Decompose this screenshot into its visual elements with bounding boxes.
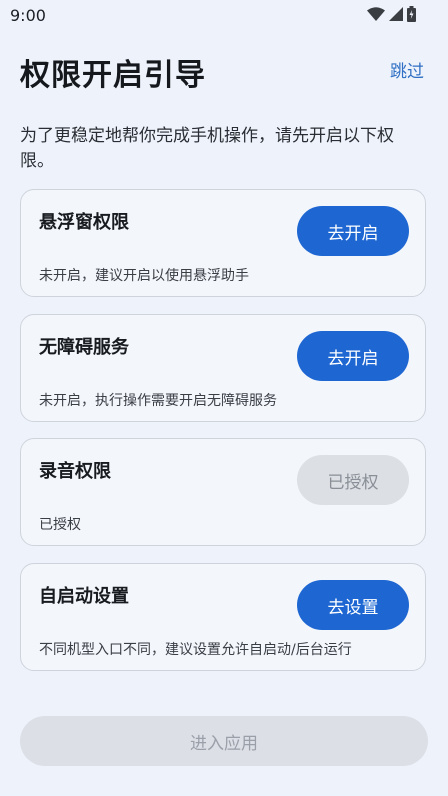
permission-card-overlay: 悬浮窗权限 去开启 未开启，建议开启以使用悬浮助手 <box>20 189 426 297</box>
card-description: 未开启，执行操作需要开启无障碍服务 <box>39 393 277 409</box>
status-icons <box>367 6 416 22</box>
card-title: 无障碍服务 <box>39 337 129 358</box>
enable-accessibility-button[interactable]: 去开启 <box>297 331 409 381</box>
permission-card-accessibility: 无障碍服务 去开启 未开启，执行操作需要开启无障碍服务 <box>20 314 426 422</box>
card-description: 已授权 <box>39 517 81 533</box>
permission-guide-screen: 9:00 权限开启引导 跳过 为了更稳定地帮你完成手机操作，请先开启以下权限。 … <box>0 0 448 796</box>
permission-card-recording: 录音权限 已授权 已授权 <box>20 438 426 546</box>
skip-link[interactable]: 跳过 <box>390 57 424 82</box>
wifi-icon <box>367 7 385 21</box>
recording-granted-button: 已授权 <box>297 455 409 505</box>
enable-overlay-button[interactable]: 去开启 <box>297 206 409 256</box>
signal-icon <box>389 7 403 21</box>
intro-text: 为了更稳定地帮你完成手机操作，请先开启以下权限。 <box>20 126 394 171</box>
status-time: 9:00 <box>10 6 46 25</box>
page-title: 权限开启引导 <box>20 58 206 93</box>
permission-card-autostart: 自启动设置 去设置 不同机型入口不同，建议设置允许自启动/后台运行 <box>20 563 426 671</box>
card-title: 录音权限 <box>39 461 111 482</box>
card-title: 悬浮窗权限 <box>39 212 129 233</box>
battery-icon <box>407 6 416 22</box>
card-description: 不同机型入口不同，建议设置允许自启动/后台运行 <box>39 642 352 658</box>
card-title: 自启动设置 <box>39 586 129 607</box>
autostart-settings-button[interactable]: 去设置 <box>297 580 409 630</box>
status-bar: 9:00 <box>0 0 448 30</box>
card-description: 未开启，建议开启以使用悬浮助手 <box>39 268 249 284</box>
enter-app-button[interactable]: 进入应用 <box>20 716 428 766</box>
